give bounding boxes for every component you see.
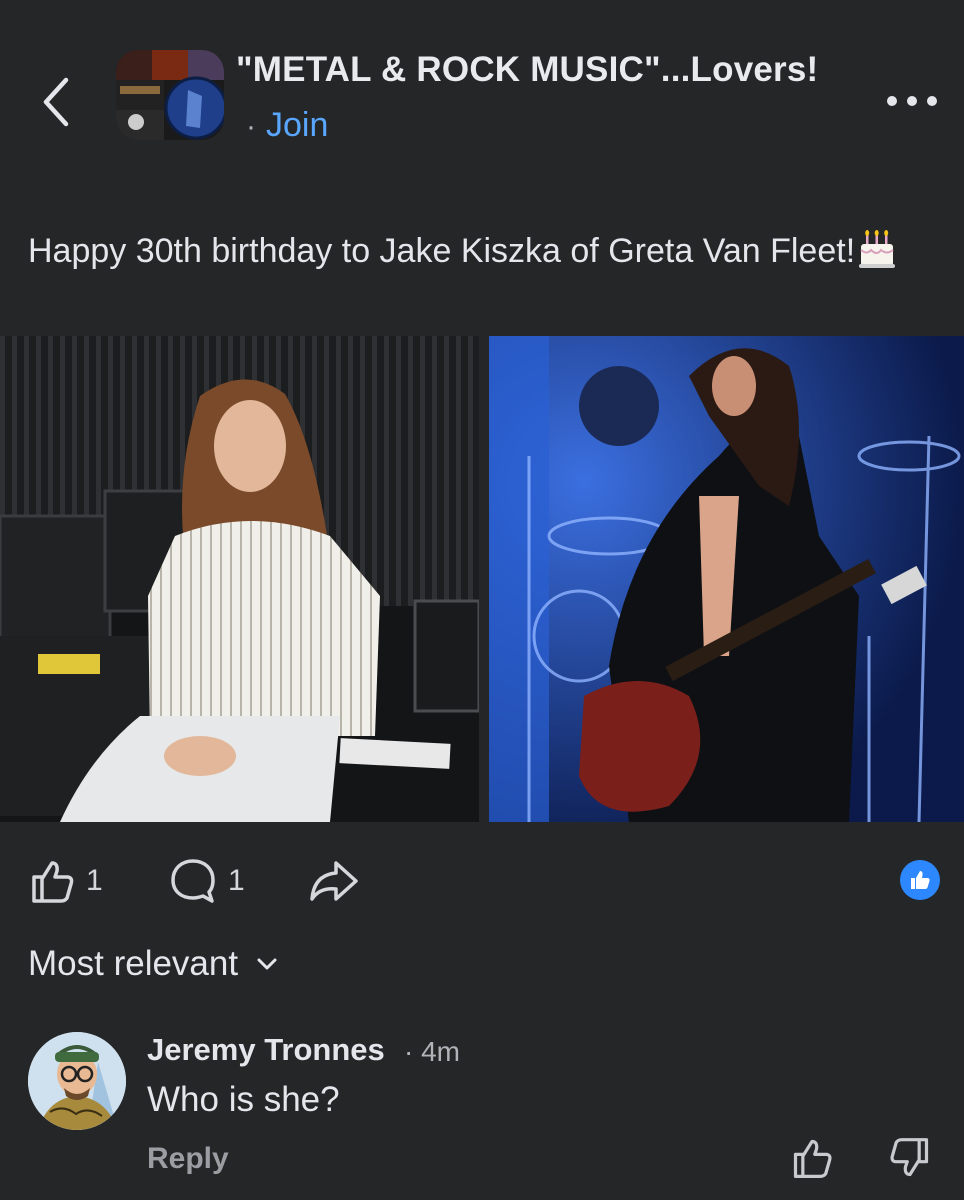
comment-sort-dropdown[interactable]: Most relevant [28,944,278,984]
share-button[interactable] [308,856,360,906]
thumbs-up-icon [793,1139,832,1178]
chevron-down-icon [257,958,277,970]
commenter-avatar[interactable] [28,1032,126,1130]
photo-backstage-image [0,336,479,822]
comment-text: Who is she? [147,1080,340,1119]
group-name[interactable]: "METAL & ROCK MUSIC"...Lovers! [236,50,818,90]
like-count: 1 [86,864,103,897]
comment-bubble-icon [171,859,215,903]
share-arrow-icon [310,861,358,901]
thumbs-down-icon [890,1138,929,1177]
thumbs-up-icon [32,861,74,903]
post-photo-1[interactable] [0,336,479,822]
comment-upvote-button[interactable] [790,1136,834,1180]
thumbs-up-filled-icon [911,871,930,889]
comment-timestamp: · 4m [404,1036,460,1067]
post-body-text: Happy 30th birthday to Jake Kiszka of Gr… [28,232,856,270]
group-avatar-image [116,50,224,140]
comment-button[interactable]: 1 [168,856,245,906]
comment-downvote-button[interactable] [888,1136,932,1180]
like-reaction-badge [900,860,940,900]
comment-count: 1 [228,864,245,897]
avatar-cartoon-image [28,1032,126,1130]
more-options-button[interactable] [884,88,940,114]
photo-concert-image [489,336,964,822]
birthday-cake-icon [857,230,897,282]
join-button[interactable]: Join [266,106,328,145]
post-photo-2[interactable] [489,336,964,822]
chevron-left-icon [43,77,69,127]
more-dots-icon [887,96,937,106]
group-avatar[interactable] [116,50,224,140]
sort-label: Most relevant [28,944,239,983]
reply-button[interactable]: Reply [147,1142,229,1176]
back-button[interactable] [34,72,78,132]
like-button[interactable]: 1 [28,856,103,906]
post-text: Happy 30th birthday to Jake Kiszka of Gr… [28,228,928,282]
separator-dot: · [246,110,256,143]
comment-author[interactable]: Jeremy Tronnes [147,1032,385,1068]
